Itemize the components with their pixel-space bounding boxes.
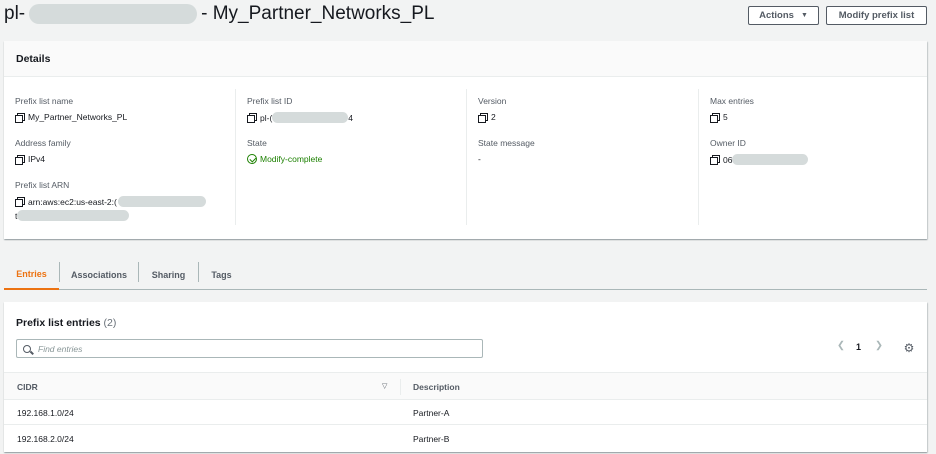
field-label: Prefix list name xyxy=(15,96,74,106)
prefix-list-id-field: Prefix list ID pl-( 4 xyxy=(247,96,353,123)
prefix-list-arn-field: Prefix list ARN arn:aws:ec2:us-east-2:( … xyxy=(15,180,206,221)
field-value-row: IPv4 xyxy=(15,154,71,165)
prefix-list-name-value: My_Partner_Networks_PL xyxy=(28,112,128,122)
field-label: State xyxy=(247,138,267,148)
search-box[interactable] xyxy=(16,339,483,358)
actions-button[interactable]: Actions ▼ xyxy=(748,6,819,25)
state-field: State Modify-complete xyxy=(247,138,322,164)
field-label: Prefix list ARN xyxy=(15,180,70,190)
address-family-value: IPv4 xyxy=(28,154,46,164)
field-value-row: 06 xyxy=(710,154,809,165)
page-header: pl- - My_Partner_Networks_PL Actions ▼ M… xyxy=(0,0,936,32)
tab-sharing[interactable]: Sharing xyxy=(139,259,198,290)
cidr-cell: 192.168.2.0/24 xyxy=(17,434,74,444)
entries-title: Prefix list entries xyxy=(16,317,101,329)
state-message-value: - xyxy=(478,154,481,164)
copy-icon[interactable] xyxy=(478,112,488,123)
status-success-icon xyxy=(247,154,257,164)
field-value-row: 5 xyxy=(710,112,754,123)
field-label: Max entries xyxy=(710,96,754,106)
description-cell: Partner-B xyxy=(413,434,450,444)
owner-id-field: Owner ID 06 xyxy=(710,138,809,165)
redacted-arn-2 xyxy=(17,210,130,221)
details-column-4: Max entries 5 Owner ID 06 xyxy=(698,89,927,225)
field-label: Address family xyxy=(15,138,71,148)
owner-id-value: 06 xyxy=(723,154,733,165)
details-panel: Details Prefix list name My_Partner_Netw… xyxy=(4,41,927,239)
state-value: Modify-complete xyxy=(260,154,323,164)
field-value-row: Modify-complete xyxy=(247,154,322,164)
prefix-list-name-field: Prefix list name My_Partner_Networks_PL xyxy=(15,96,128,123)
table-header: CIDR ▽ Description xyxy=(4,372,927,400)
copy-icon[interactable] xyxy=(247,113,257,123)
table-row: 192.168.2.0/24 Partner-B xyxy=(4,426,927,451)
version-value: 2 xyxy=(491,112,496,122)
field-value-row: 2 xyxy=(478,112,506,123)
address-family-field: Address family IPv4 xyxy=(15,138,71,165)
description-cell: Partner-A xyxy=(413,408,450,418)
tab-bar: Entries Associations Sharing Tags xyxy=(4,259,927,290)
tab-entries[interactable]: Entries xyxy=(4,259,59,290)
prev-page-icon[interactable]: ❮ xyxy=(837,340,845,351)
prefix-list-id-value: pl-( xyxy=(260,112,273,123)
entries-panel: Prefix list entries (2) ❮ 1 ❯ ⚙ CIDR ▽ D… xyxy=(4,302,927,452)
redacted-owner-id xyxy=(732,154,809,165)
details-column-3: Version 2 State message - xyxy=(466,89,697,225)
field-value-row: - xyxy=(478,154,535,164)
title-prefix: pl- xyxy=(4,3,26,24)
cidr-cell: 192.168.1.0/24 xyxy=(17,408,74,418)
search-icon xyxy=(23,344,31,353)
caret-down-icon: ▼ xyxy=(800,12,808,19)
details-column-1: Prefix list name My_Partner_Networks_PL … xyxy=(4,89,235,225)
field-value-row: My_Partner_Networks_PL xyxy=(15,112,128,123)
redacted-id xyxy=(29,4,198,24)
table-row: 192.168.1.0/24 Partner-A xyxy=(4,400,927,425)
sort-icon[interactable]: ▽ xyxy=(382,382,387,390)
page-title: pl- - My_Partner_Networks_PL xyxy=(4,3,435,25)
tab-associations[interactable]: Associations xyxy=(60,259,138,290)
gear-icon[interactable]: ⚙ xyxy=(902,341,916,355)
title-suffix: - My_Partner_Networks_PL xyxy=(201,3,435,24)
details-column-2: Prefix list ID pl-( 4 State Modify-compl… xyxy=(235,89,466,225)
redacted-id xyxy=(272,112,349,123)
field-value-row: pl-( 4 xyxy=(247,112,353,123)
tab-tags[interactable]: Tags xyxy=(199,259,244,290)
column-header-description[interactable]: Description xyxy=(413,382,460,392)
page-number[interactable]: 1 xyxy=(856,342,861,352)
next-page-icon[interactable]: ❯ xyxy=(875,340,883,351)
search-input[interactable] xyxy=(38,343,458,354)
copy-icon[interactable] xyxy=(15,112,25,123)
copy-icon[interactable] xyxy=(710,155,720,165)
copy-icon[interactable] xyxy=(15,154,25,165)
max-entries-value: 5 xyxy=(723,112,728,122)
state-message-field: State message - xyxy=(478,138,535,164)
version-field: Version 2 xyxy=(478,96,507,123)
column-header-cidr[interactable]: CIDR xyxy=(17,382,38,392)
field-label: Version xyxy=(478,96,507,106)
field-value-row: arn:aws:ec2:us-east-2:( xyxy=(15,196,206,207)
entries-count: (2) xyxy=(103,317,117,329)
copy-icon[interactable] xyxy=(15,197,25,207)
prefix-list-arn-value: arn:aws:ec2:us-east-2:( xyxy=(28,196,117,207)
field-label: Prefix list ID xyxy=(247,96,293,106)
max-entries-field: Max entries 5 xyxy=(710,96,754,123)
modify-label: Modify prefix list xyxy=(838,10,915,21)
column-divider[interactable] xyxy=(400,379,401,395)
redacted-arn xyxy=(117,196,206,207)
actions-label: Actions xyxy=(759,10,794,21)
prefix-list-id-value-end: 4 xyxy=(348,112,354,123)
field-value-row-2: t xyxy=(15,210,206,221)
entries-heading: Prefix list entries (2) xyxy=(16,317,116,329)
field-label: Owner ID xyxy=(710,138,746,148)
copy-icon[interactable] xyxy=(710,112,720,123)
field-label: State message xyxy=(478,138,535,148)
details-heading: Details xyxy=(4,41,927,77)
modify-prefix-list-button[interactable]: Modify prefix list xyxy=(826,6,927,25)
